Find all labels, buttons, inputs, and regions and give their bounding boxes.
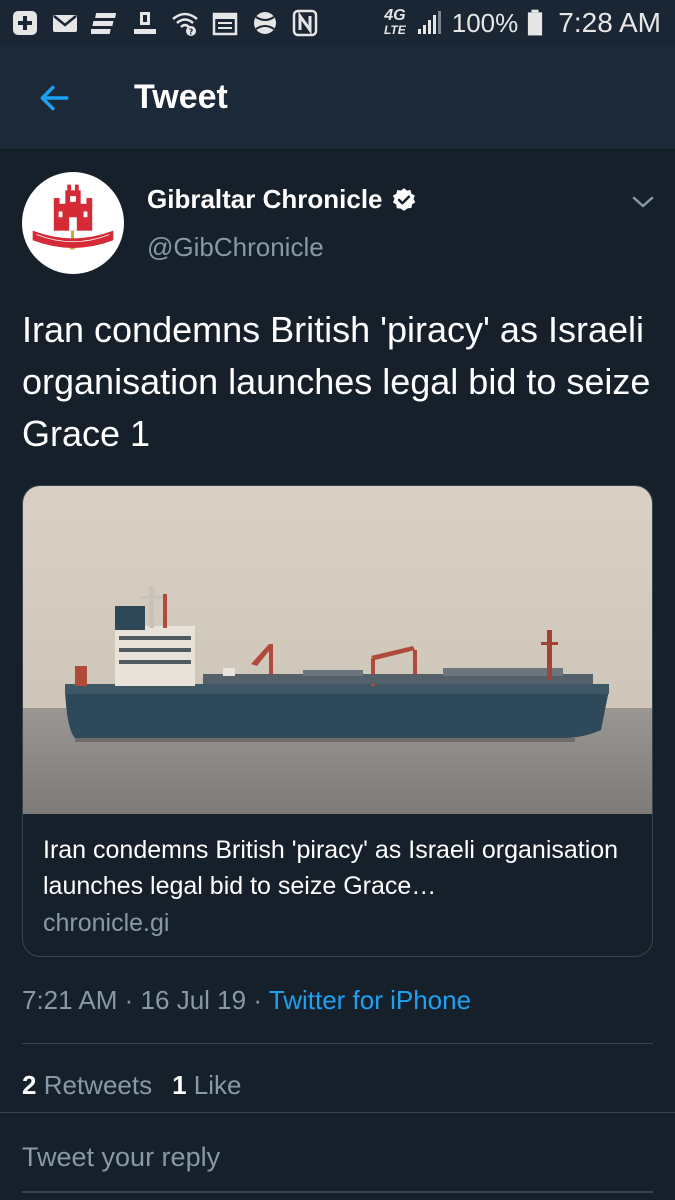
download-icon	[130, 8, 160, 38]
reply-bar	[0, 1112, 675, 1200]
svg-text:?: ?	[189, 28, 194, 37]
status-bar-notifications: ?	[10, 8, 320, 38]
network-type: 4G	[384, 7, 406, 24]
tweet-meta: 7:21 AM · 16 Jul 19 · Twitter for iPhone	[22, 985, 471, 1016]
author-name-row[interactable]: Gibraltar Chronicle	[147, 184, 417, 215]
status-bar: ? 4G LTE 100% 7:28 AM	[0, 0, 675, 46]
gibraltar-crest-logo	[25, 175, 121, 271]
tweet-text: Iran condemns British 'piracy' as Israel…	[22, 309, 651, 454]
plus-icon	[10, 8, 40, 38]
likes-stat[interactable]: 1 Like	[172, 1070, 241, 1100]
back-button[interactable]	[24, 68, 84, 128]
top-app-bar: Tweet	[0, 46, 675, 150]
card-title: Iran condemns British 'piracy' as Israel…	[43, 836, 619, 900]
page-title: Tweet	[134, 78, 228, 116]
network-sub: LTE	[383, 23, 406, 37]
wifi-icon: ?	[170, 8, 200, 38]
arrow-left-icon	[40, 85, 69, 110]
calendar-icon	[210, 8, 240, 38]
tweet-date: 16 Jul 19	[140, 985, 247, 1015]
tweet-author-row: Gibraltar Chronicle @GibChronicle	[0, 150, 675, 290]
likes-count: 1	[172, 1070, 187, 1100]
signal-icon	[414, 8, 444, 38]
network-indicator: 4G LTE	[383, 7, 406, 38]
card-domain: chronicle.gi	[43, 909, 170, 937]
author-name[interactable]: Gibraltar Chronicle	[147, 184, 383, 215]
link-card[interactable]: Iran condemns British 'piracy' as Israel…	[22, 485, 653, 957]
avatar[interactable]	[22, 172, 124, 274]
reply-underline	[22, 1191, 653, 1193]
author-handle[interactable]: @GibChronicle	[147, 232, 324, 263]
verified-badge-icon	[392, 187, 415, 211]
layers-icon	[90, 8, 120, 38]
battery-percent: 100%	[451, 7, 519, 38]
tweet-time: 7:21 AM	[22, 985, 118, 1015]
retweets-label: Retweets	[43, 1070, 153, 1100]
card-image-tanker-ship	[23, 486, 652, 814]
tweet-stats: 2 Retweets 1 Like	[22, 1070, 242, 1101]
tweet-source-link[interactable]: Twitter for iPhone	[269, 985, 471, 1015]
divider	[22, 1043, 653, 1044]
tweet-detail: Gibraltar Chronicle @GibChronicle Iran c…	[0, 150, 675, 1100]
reply-input[interactable]	[22, 1135, 653, 1179]
nfc-icon	[290, 8, 320, 38]
retweets-stat[interactable]: 2 Retweets	[22, 1070, 152, 1100]
clock: 7:28 AM	[558, 7, 661, 38]
likes-label: Like	[193, 1070, 242, 1100]
meta-separator: ·	[124, 985, 134, 1015]
mail-icon	[50, 8, 80, 38]
ball-icon	[250, 8, 280, 38]
chevron-down-icon[interactable]	[628, 190, 658, 214]
meta-separator-2: ·	[253, 985, 262, 1015]
retweets-count: 2	[22, 1070, 37, 1100]
card-body: Iran condemns British 'piracy' as Israel…	[23, 814, 652, 942]
battery-icon	[526, 8, 544, 38]
status-bar-system: 4G LTE 100% 7:28 AM	[384, 7, 661, 39]
